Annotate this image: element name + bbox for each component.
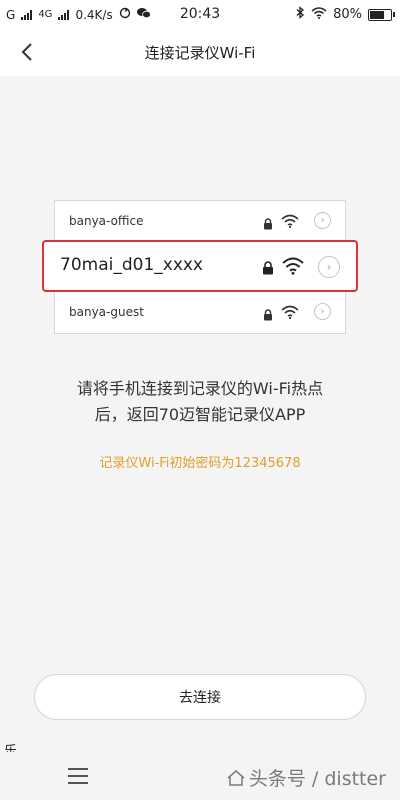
battery-icon bbox=[368, 8, 395, 21]
status-right: 80% bbox=[296, 6, 395, 23]
status-bar: G 4G 0.4K/s 20:43 80% bbox=[0, 0, 400, 28]
chevron-right-icon: › bbox=[314, 303, 331, 320]
wifi-list-item-highlighted: 70mai_d01_xxxx › bbox=[42, 240, 358, 292]
chevron-right-icon: › bbox=[314, 212, 331, 229]
wifi-name: banya-office bbox=[69, 214, 144, 228]
wifi-status-icon bbox=[311, 6, 327, 23]
lock-icon bbox=[262, 260, 274, 279]
header-bar: 连接记录仪Wi-Fi bbox=[0, 28, 400, 76]
home-outline-icon bbox=[227, 769, 245, 786]
instruction-line-1: 请将手机连接到记录仪的Wi-Fi热点 bbox=[76, 379, 324, 398]
wifi-signal-icon bbox=[282, 257, 304, 279]
menu-icon[interactable] bbox=[68, 768, 88, 784]
wifi-name: 70mai_d01_xxxx bbox=[60, 255, 203, 275]
wifi-list-item: banya-guest › bbox=[55, 292, 345, 332]
watermark: 头条号 / distter bbox=[227, 764, 386, 791]
connect-button[interactable]: 去连接 bbox=[34, 674, 366, 720]
lock-icon bbox=[263, 306, 273, 325]
bluetooth-icon bbox=[296, 6, 305, 23]
chevron-right-icon: › bbox=[318, 256, 340, 278]
wifi-signal-icon bbox=[281, 213, 299, 232]
wifi-list-item: banya-office › bbox=[55, 201, 345, 241]
password-hint: 记录仪Wi-Fi初始密码为12345678 bbox=[99, 456, 301, 471]
lock-icon bbox=[263, 215, 273, 234]
watermark-text: 头条号 / distter bbox=[248, 768, 386, 790]
wifi-name: banya-guest bbox=[69, 305, 144, 319]
instruction-line-2: 后，返回70迈智能记录仪APP bbox=[94, 405, 306, 424]
battery-percent: 80% bbox=[333, 7, 362, 22]
page-title: 连接记录仪Wi-Fi bbox=[144, 44, 256, 62]
wifi-signal-icon bbox=[281, 304, 299, 323]
bottom-nav-bar: 头条号 / distter bbox=[0, 752, 400, 800]
